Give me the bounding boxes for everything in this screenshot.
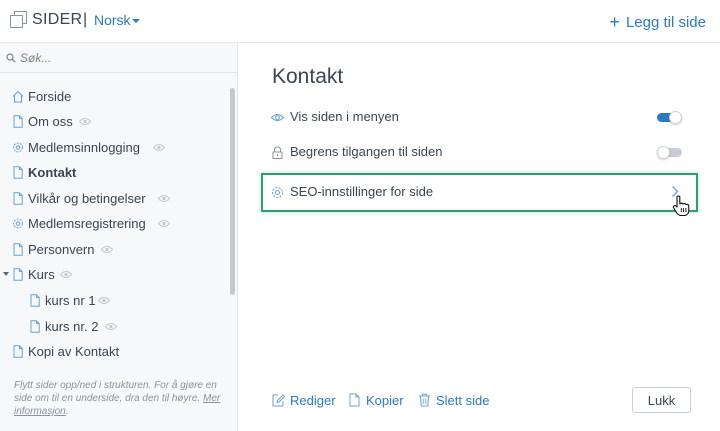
add-page-button[interactable]: + Legg til side bbox=[609, 11, 706, 32]
edit-icon bbox=[272, 394, 285, 407]
tree-item-label: Medlemsregistrering bbox=[28, 216, 146, 231]
tree-item-kontakt[interactable]: Kontakt bbox=[0, 163, 110, 183]
gear-icon bbox=[13, 142, 23, 153]
page-icon bbox=[13, 268, 23, 281]
toggle-knob bbox=[657, 146, 670, 159]
tree-item-medlemsinnlogging[interactable]: Medlemsinnlogging bbox=[0, 138, 180, 158]
hidden-eye-icon bbox=[158, 195, 170, 202]
hand-pointer-cursor-icon bbox=[672, 195, 690, 217]
page-settings-panel: Kontakt Vis siden i menyen Begrens tilga… bbox=[238, 43, 720, 431]
hidden-eye-icon bbox=[60, 271, 72, 278]
tree-item-forside[interactable]: Forside bbox=[0, 87, 100, 107]
title-separator: | bbox=[83, 11, 88, 28]
tree-item-label: Forside bbox=[28, 89, 72, 104]
tree-item-kurs-nr-2[interactable]: kurs nr. 2 bbox=[0, 317, 125, 337]
language-selector[interactable]: Norsk bbox=[94, 12, 131, 28]
home-icon bbox=[12, 90, 24, 103]
help-text-body: Flytt sider opp/ned i strukturen. For å … bbox=[14, 380, 217, 404]
search-input[interactable] bbox=[20, 49, 220, 67]
restrict-access-toggle[interactable] bbox=[657, 146, 682, 159]
restrict-access-row: Begrens tilgangen til siden bbox=[264, 137, 690, 169]
tree-item-label: Kurs bbox=[28, 267, 55, 282]
tree-item-personvern[interactable]: Personvern bbox=[0, 240, 120, 260]
delete-page-label: Slett side bbox=[436, 393, 490, 408]
eye-icon bbox=[271, 114, 284, 121]
hidden-eye-icon bbox=[101, 246, 113, 253]
trash-icon bbox=[419, 393, 430, 407]
add-page-label: Legg til side bbox=[625, 14, 706, 31]
show-in-menu-row: Vis siden i menyen bbox=[264, 102, 690, 134]
hidden-eye-icon bbox=[105, 323, 117, 330]
tree-item-label: kurs nr 1 bbox=[45, 293, 96, 308]
tree-item-label: Vilkår og betingelser bbox=[28, 191, 146, 206]
copy-icon bbox=[349, 393, 360, 407]
toggle-knob bbox=[669, 111, 682, 124]
edit-label: Rediger bbox=[290, 393, 336, 408]
page-icon bbox=[13, 345, 23, 358]
plus-icon: + bbox=[609, 12, 620, 32]
expand-caret-icon[interactable] bbox=[3, 272, 9, 276]
hidden-eye-icon bbox=[98, 297, 110, 304]
close-button[interactable]: Lukk bbox=[632, 387, 691, 413]
app-header: SIDER | Norsk + Legg til side bbox=[0, 0, 720, 43]
search-icon bbox=[6, 53, 16, 63]
page-icon bbox=[30, 294, 40, 307]
gear-icon bbox=[13, 218, 23, 229]
page-tree-sidebar: Forside Om oss Medlemsinnlogging bbox=[0, 43, 238, 431]
tree-item-kurs[interactable]: Kurs bbox=[0, 265, 80, 285]
show-in-menu-label: Vis siden i menyen bbox=[290, 109, 399, 124]
tree-item-kopi-av-kontakt[interactable]: Kopi av Kontakt bbox=[0, 342, 150, 362]
page-icon bbox=[13, 243, 23, 256]
help-text-end: . bbox=[65, 406, 69, 417]
tree-item-label: Medlemsinnlogging bbox=[28, 140, 141, 155]
tree-item-label: Kopi av Kontakt bbox=[28, 344, 120, 359]
delete-page-button[interactable]: Slett side bbox=[418, 392, 493, 410]
sidebar-scrollbar-thumb[interactable] bbox=[230, 88, 235, 295]
tree-item-medlemsregistrering[interactable]: Medlemsregistrering bbox=[0, 214, 190, 234]
tree-item-label: kurs nr. 2 bbox=[45, 319, 99, 334]
page-icon bbox=[13, 115, 23, 128]
chevron-down-icon[interactable] bbox=[132, 19, 140, 23]
tree-item-om-oss[interactable]: Om oss bbox=[0, 112, 110, 132]
tree-item-label: Personvern bbox=[28, 242, 95, 257]
page-icon bbox=[13, 166, 23, 179]
restrict-access-label: Begrens tilgangen til siden bbox=[290, 144, 443, 159]
lock-icon bbox=[272, 146, 283, 159]
show-in-menu-toggle[interactable] bbox=[657, 111, 682, 124]
edit-button[interactable]: Rediger bbox=[272, 392, 336, 410]
app-title: SIDER bbox=[32, 11, 83, 28]
seo-settings-row[interactable]: SEO-innstillinger for side bbox=[261, 173, 698, 212]
copy-label: Kopier bbox=[366, 393, 404, 408]
seo-settings-label: SEO-innstillinger for side bbox=[290, 184, 434, 199]
page-icon bbox=[13, 192, 23, 205]
hidden-eye-icon bbox=[79, 118, 91, 125]
help-text: Flytt sider opp/ned i strukturen. For å … bbox=[14, 379, 226, 418]
gear-icon bbox=[272, 187, 283, 198]
search-bar bbox=[0, 43, 237, 73]
page-title: Kontakt bbox=[272, 65, 344, 88]
tree-item-kurs-nr-1[interactable]: kurs nr 1 bbox=[0, 291, 120, 311]
page-icon bbox=[30, 320, 40, 333]
tree-item-label: Om oss bbox=[28, 114, 73, 129]
hidden-eye-icon bbox=[153, 144, 165, 151]
tree-item-label: Kontakt bbox=[28, 165, 77, 180]
pages-logo-icon bbox=[10, 11, 27, 28]
tree-item-vilkar[interactable]: Vilkår og betingelser bbox=[0, 189, 180, 209]
hidden-eye-icon bbox=[158, 220, 170, 227]
copy-button[interactable]: Kopier bbox=[348, 392, 406, 410]
